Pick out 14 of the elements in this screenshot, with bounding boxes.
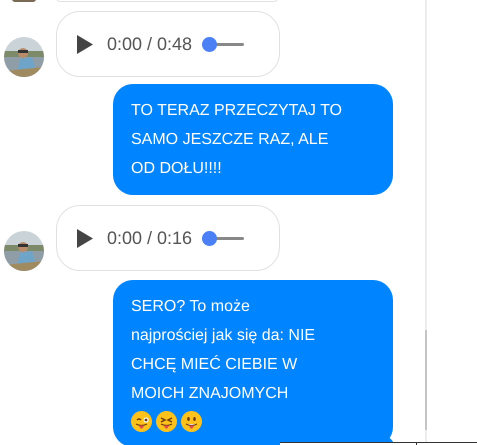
audio-time: 0:00 / 0:16 <box>107 228 192 248</box>
audio-slider[interactable] <box>202 230 244 246</box>
message-text: TO TERAZ PRZECZYTAJ TO SAMO JESZCZE RAZ, ALE OD DOŁU!!!! <box>131 101 342 179</box>
play-icon[interactable] <box>77 228 93 248</box>
audio-time: 0:00 / 0:48 <box>107 34 192 54</box>
scrollbar-thumb[interactable] <box>425 330 427 430</box>
progress-thumb[interactable] <box>202 230 218 246</box>
message-text: SERO? To może najprościej jak się da: NIE CHCĘ MIEĆ CIEBIE W MOICH ZNAJOMYCH <box>131 297 316 404</box>
emoji-icon <box>181 411 202 432</box>
emoji-icon <box>131 411 152 432</box>
emoji-icon <box>156 411 177 432</box>
audio-slider[interactable] <box>202 36 244 52</box>
play-icon[interactable] <box>77 34 93 54</box>
progress-thumb[interactable] <box>202 36 218 52</box>
